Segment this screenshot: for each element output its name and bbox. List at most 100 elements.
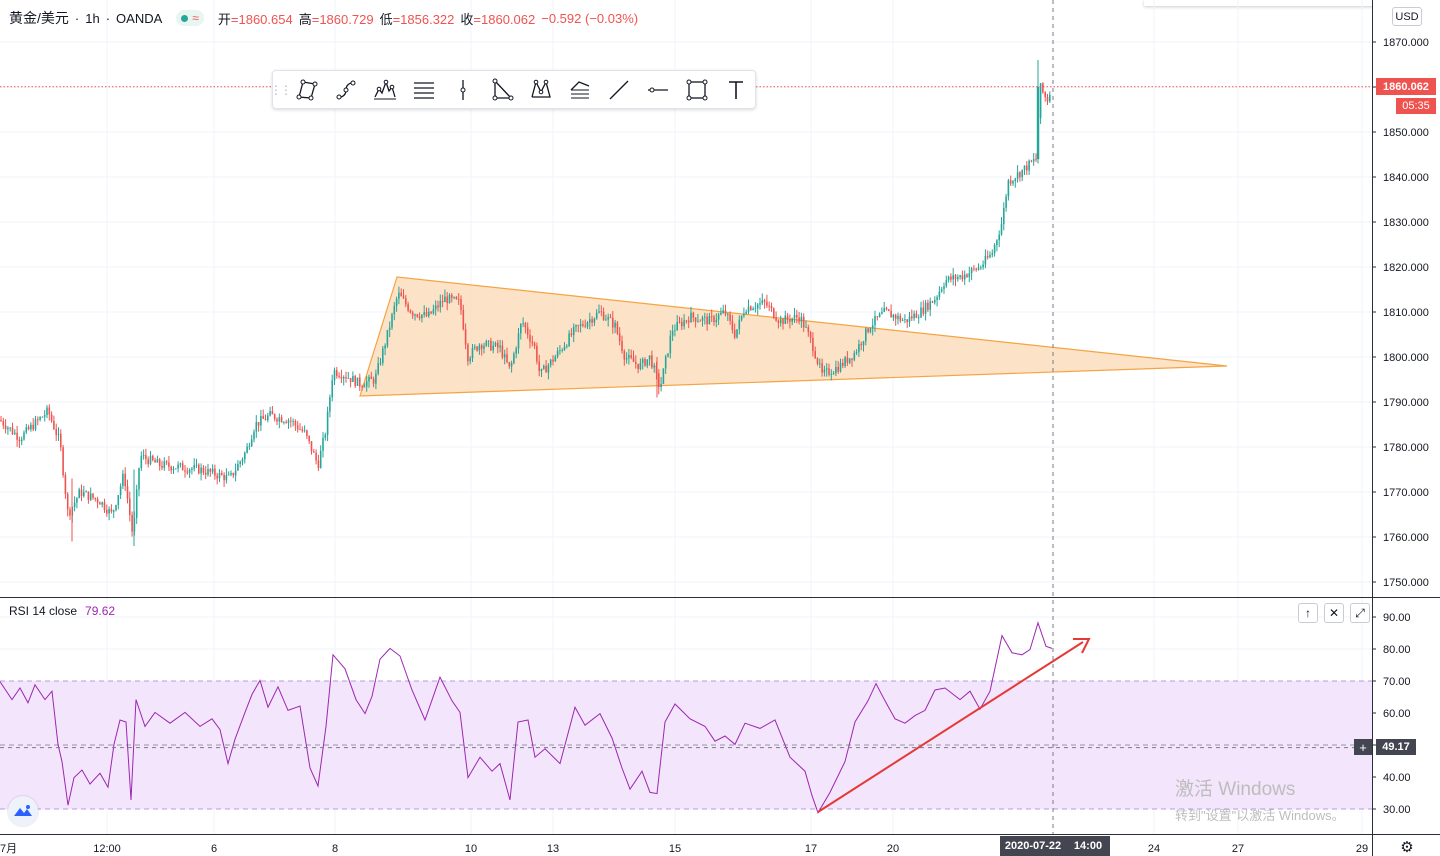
add-plus-icon[interactable]: + xyxy=(1354,739,1372,755)
candle-body xyxy=(524,323,527,328)
candle-body xyxy=(775,317,777,321)
rsi-tick-label: 70.00 xyxy=(1383,676,1411,688)
candle-body xyxy=(503,354,506,358)
text-tool-button[interactable] xyxy=(716,70,755,109)
candle-body xyxy=(915,313,918,318)
candle-body xyxy=(644,358,646,366)
candle-body xyxy=(648,355,651,360)
toolbar-drag-handle-icon[interactable]: ⋮⋮ xyxy=(270,71,292,108)
drawing-toolbar: ⋮⋮ xyxy=(270,70,756,109)
candle-body xyxy=(487,340,490,342)
ohlc-open: 开=1860.654 xyxy=(217,11,293,27)
time-tick-label: 17 xyxy=(805,843,817,855)
candle-body xyxy=(894,314,897,320)
candle-body xyxy=(662,368,665,384)
chart-canvas[interactable]: 1870.0001860.0001850.0001840.0001830.000… xyxy=(0,0,1440,856)
candle-body xyxy=(138,468,140,490)
candle-body xyxy=(982,264,984,268)
candle-body xyxy=(129,498,131,516)
candle-body xyxy=(149,455,152,465)
candle-body xyxy=(221,472,223,475)
vertical-line-tool-button[interactable] xyxy=(443,70,482,109)
ohlc-low: 低=1856.322 xyxy=(379,11,455,27)
candle-body xyxy=(612,317,614,328)
move-pane-up-button[interactable]: ↑ xyxy=(1298,603,1318,623)
candle-body xyxy=(455,297,458,299)
time-tick-label: 27 xyxy=(1232,843,1244,855)
maximize-pane-button[interactable]: ⤢ xyxy=(1350,603,1370,623)
triangle-drawing[interactable] xyxy=(359,276,1228,397)
xabcd-pattern-tool-button[interactable] xyxy=(521,70,560,109)
candle-body xyxy=(11,427,14,434)
price-tick-label: 1780.000 xyxy=(1383,442,1429,454)
candle-body xyxy=(660,383,662,388)
candle-body xyxy=(1028,160,1030,171)
candle-body xyxy=(940,289,943,292)
elliott-wave-tool-button[interactable] xyxy=(365,70,404,109)
candle-body xyxy=(752,308,754,311)
tradingview-logo-icon[interactable] xyxy=(8,796,38,826)
candle-body xyxy=(743,313,745,316)
candle-body xyxy=(945,280,948,287)
interval-label[interactable]: 1h xyxy=(85,11,99,26)
triangle-pattern-tool-button[interactable] xyxy=(482,70,521,109)
xabcd-pattern-tool-icon xyxy=(530,79,551,98)
candle-body xyxy=(1042,83,1044,93)
candle-body xyxy=(1026,165,1028,171)
candle-body xyxy=(837,366,839,372)
candle-body xyxy=(931,301,934,303)
rectangle-tool-button[interactable] xyxy=(677,70,716,109)
candle-body xyxy=(50,414,53,421)
symbol-name[interactable]: 黄金/美元 xyxy=(9,8,69,28)
candle-body xyxy=(908,316,911,323)
candle-body xyxy=(533,343,536,346)
candle-body xyxy=(161,465,163,468)
rsi-title[interactable]: RSI 14 close xyxy=(9,604,77,618)
market-status-pill[interactable]: ≈ xyxy=(176,10,204,26)
candle-body xyxy=(729,314,731,321)
candle-body xyxy=(497,342,499,348)
candle-body xyxy=(423,312,425,315)
candle-body xyxy=(471,347,474,359)
candle-body xyxy=(844,357,846,366)
candle-body xyxy=(750,306,752,311)
candle-body xyxy=(963,274,966,280)
candle-body xyxy=(345,377,347,379)
candle-body xyxy=(738,319,741,330)
curve-tool-button[interactable] xyxy=(326,70,365,109)
candle-body xyxy=(156,459,159,463)
candle-body xyxy=(637,363,639,370)
time-tick-label: 12:00 xyxy=(93,843,121,855)
candle-body xyxy=(494,342,497,346)
trend-line-tool-button[interactable] xyxy=(599,70,638,109)
candle-body xyxy=(796,315,798,318)
rsi-tick-label: 40.00 xyxy=(1383,772,1411,784)
candle-body xyxy=(832,373,835,375)
candle-body xyxy=(858,344,860,353)
candle-body xyxy=(828,368,830,375)
candle-body xyxy=(179,463,182,465)
candle-body xyxy=(294,421,297,426)
candle-body xyxy=(1003,207,1005,225)
candle-body xyxy=(572,326,575,336)
candle-body xyxy=(384,345,386,349)
candle-body xyxy=(283,422,285,423)
horizontal-ray-tool-icon xyxy=(647,87,668,92)
candle-body xyxy=(43,415,46,417)
candle-body xyxy=(789,319,791,322)
currency-button[interactable]: USD xyxy=(1392,7,1422,26)
candle-body xyxy=(480,345,483,349)
candle-body xyxy=(177,464,179,469)
separator: · xyxy=(105,10,111,26)
horizontal-ray-tool-button[interactable] xyxy=(638,70,677,109)
candle-body xyxy=(1039,83,1042,119)
candle-body xyxy=(883,308,885,313)
candle-body xyxy=(717,314,720,320)
fib-retracement-tool-button[interactable] xyxy=(404,70,443,109)
fib-extension-tool-button[interactable] xyxy=(560,70,599,109)
candle-body xyxy=(779,319,782,323)
gear-icon[interactable]: ⚙ xyxy=(1398,838,1416,856)
polyline-tool-button[interactable] xyxy=(287,70,326,109)
close-pane-button[interactable]: ✕ xyxy=(1324,603,1344,623)
candle-body xyxy=(639,362,642,370)
